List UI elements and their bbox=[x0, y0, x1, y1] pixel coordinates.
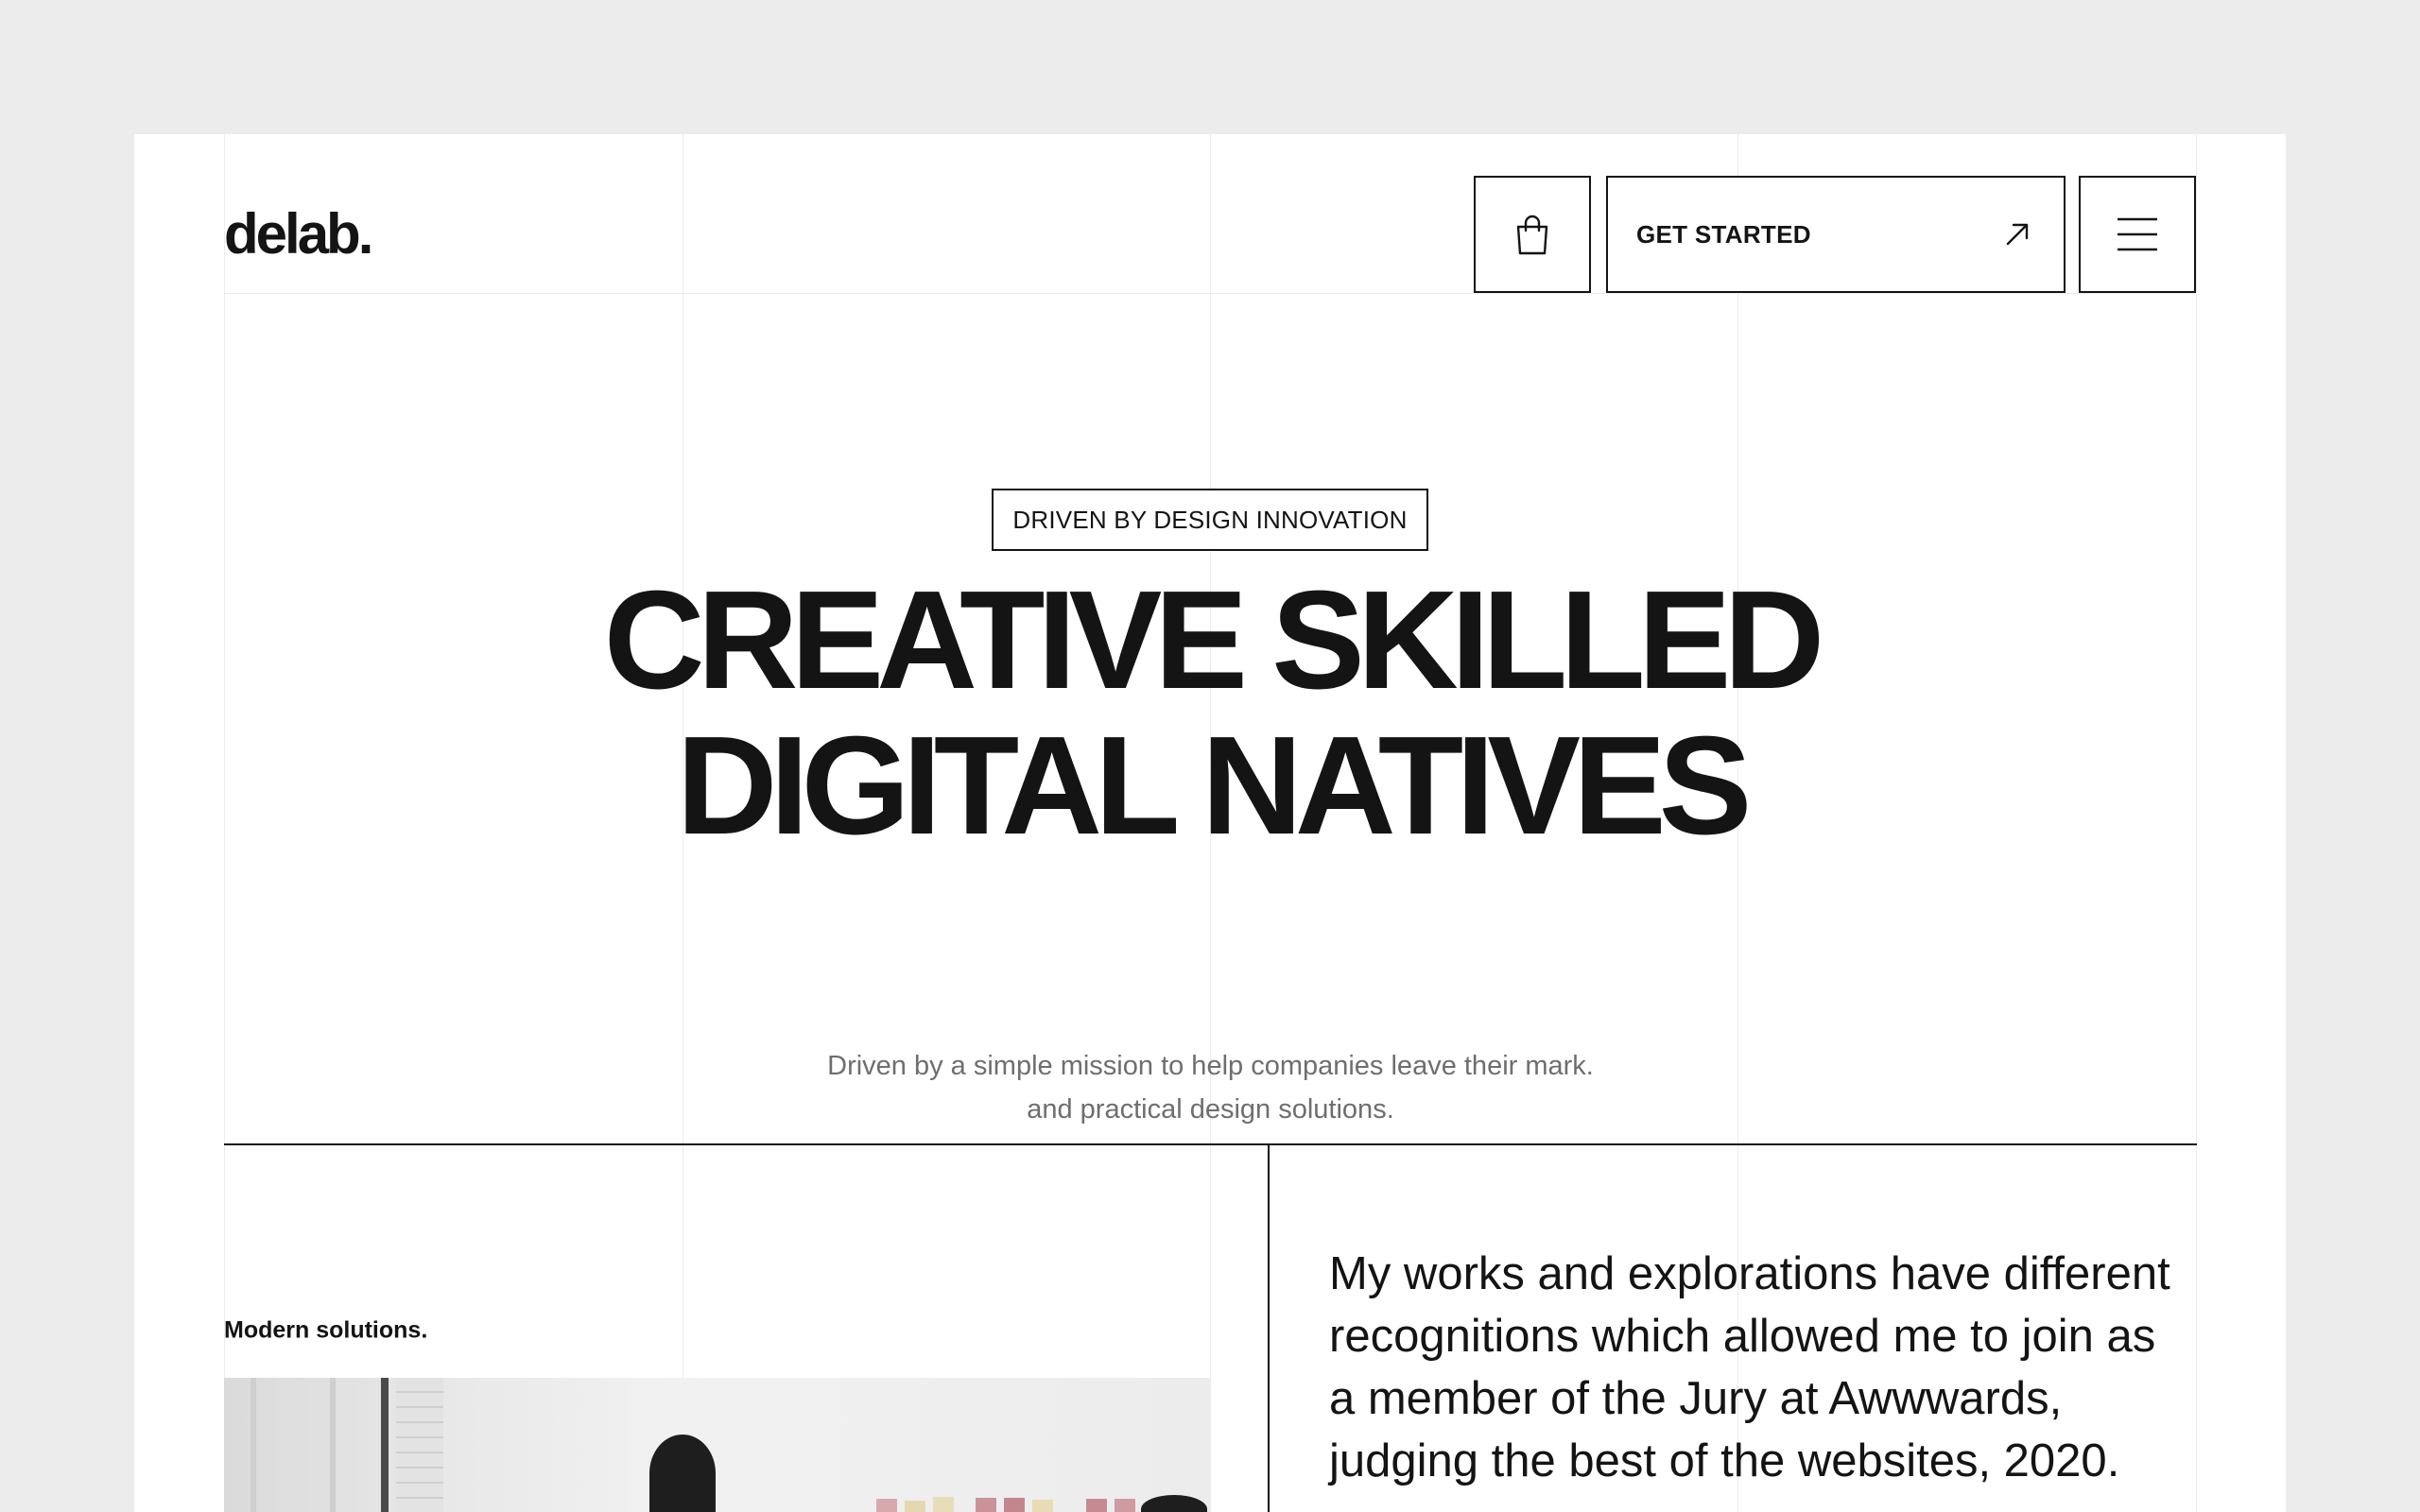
sticky-note bbox=[933, 1497, 954, 1512]
page-container: delab. GET STARTED DRIVEN BY DESIGN INNO… bbox=[134, 134, 2286, 1512]
hero-subtitle-line-1: Driven by a simple mission to help compa… bbox=[827, 1051, 1594, 1081]
sticky-note bbox=[976, 1498, 996, 1512]
brand-logo[interactable]: delab. bbox=[224, 206, 373, 263]
section-divider bbox=[224, 1143, 2197, 1145]
get-started-label: GET STARTED bbox=[1636, 219, 1811, 249]
hero-tagline: DRIVEN BY DESIGN INNOVATION bbox=[992, 489, 1428, 551]
hero-subtitle-line-2: and practical design solutions. bbox=[1027, 1094, 1394, 1125]
arrow-up-right-icon bbox=[2006, 223, 2029, 246]
sticky-note bbox=[876, 1499, 897, 1512]
sticky-note bbox=[1004, 1498, 1025, 1512]
person bbox=[649, 1435, 716, 1512]
sticky-note bbox=[1032, 1500, 1053, 1512]
team-photo bbox=[224, 1378, 1210, 1512]
header-divider bbox=[224, 293, 2197, 294]
menu-button[interactable] bbox=[2079, 176, 2196, 293]
recognition-quote: My works and explorations have different… bbox=[1329, 1248, 2170, 1486]
column-divider bbox=[1268, 1143, 1270, 1512]
hamburger-menu-icon bbox=[2118, 217, 2157, 251]
shopping-bag-icon bbox=[1516, 215, 1548, 255]
section-label: Modern solutions. bbox=[224, 1316, 428, 1344]
person bbox=[1141, 1495, 1207, 1512]
pillar bbox=[381, 1378, 389, 1512]
sticky-note bbox=[1115, 1499, 1135, 1512]
cart-button[interactable] bbox=[1474, 176, 1591, 293]
window-frame bbox=[251, 1378, 336, 1512]
sticky-note bbox=[905, 1501, 925, 1512]
hero-headline-line-2: DIGITAL NATIVES bbox=[676, 708, 1753, 864]
get-started-button[interactable]: GET STARTED bbox=[1606, 176, 2066, 293]
hero-headline-line-1: CREATIVE SKILLED bbox=[603, 562, 1825, 718]
brick-wall bbox=[396, 1378, 443, 1512]
sticky-note bbox=[1086, 1499, 1107, 1512]
